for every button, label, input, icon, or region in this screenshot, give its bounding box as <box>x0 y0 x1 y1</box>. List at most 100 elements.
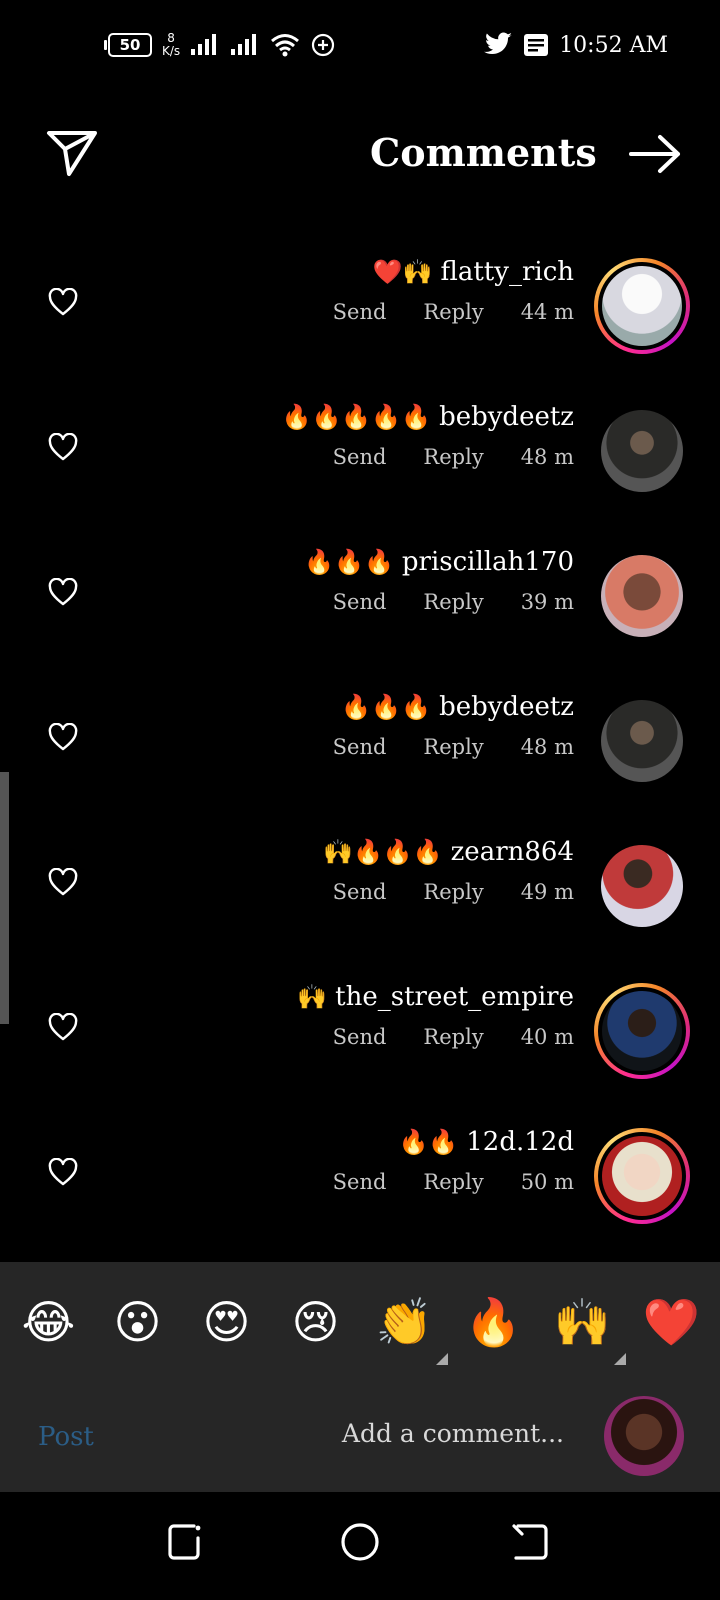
comment-username[interactable]: priscillah170 <box>402 547 574 577</box>
data-saver-icon <box>312 33 335 57</box>
avatar-image <box>602 266 682 346</box>
emoji-clap-icon: 👏 <box>375 1294 434 1349</box>
recent-apps-icon[interactable] <box>164 1520 208 1564</box>
comment-emoji: ❤️🙌 <box>372 258 433 286</box>
header: Comments <box>0 110 720 196</box>
comment-username[interactable]: 12d.12d <box>466 1127 574 1157</box>
avatar[interactable] <box>594 983 690 1079</box>
skin-tone-indicator <box>613 1353 626 1365</box>
heart-icon[interactable] <box>48 288 78 316</box>
send-button[interactable]: Send <box>333 735 387 759</box>
reply-button[interactable]: Reply <box>423 880 483 904</box>
comment-emoji: 🔥🔥🔥 <box>341 693 432 721</box>
avatar[interactable] <box>594 693 690 789</box>
send-icon[interactable] <box>46 128 98 178</box>
reaction-raised-hands[interactable]: 🙌 <box>550 1289 626 1365</box>
send-button[interactable]: Send <box>333 590 387 614</box>
network-speed-unit: K/s <box>162 44 181 58</box>
comment-emoji: 🙌🔥🔥🔥 <box>323 838 443 866</box>
comment-row: 🙌 the_street_empire Send Reply 40 m <box>0 963 720 1108</box>
avatar-image <box>602 1136 682 1216</box>
twitter-icon <box>484 32 513 55</box>
network-speed: 8 K/s <box>162 32 180 58</box>
comment-time: 39 m <box>520 590 574 614</box>
heart-icon[interactable] <box>48 1158 78 1186</box>
heart-icon[interactable] <box>48 868 78 896</box>
reaction-clap[interactable]: 👏 <box>372 1289 448 1365</box>
comment-row: ❤️🙌 flatty_rich Send Reply 44 m <box>0 238 720 383</box>
emoji-laughing-icon: 😂 <box>21 1295 76 1349</box>
signal-icon <box>231 34 257 55</box>
reaction-surprised[interactable]: 😮 <box>105 1289 171 1355</box>
heart-icon[interactable] <box>48 578 78 606</box>
comment-emoji: 🙌 <box>297 983 328 1011</box>
comment-username[interactable]: flatty_rich <box>441 257 574 287</box>
avatar-image <box>602 991 682 1071</box>
reaction-heart-eyes[interactable]: 😍 <box>194 1289 260 1355</box>
comment-row: 🔥🔥 12d.12d Send Reply 50 m <box>0 1108 720 1253</box>
page-title: Comments <box>370 130 597 175</box>
heart-icon[interactable] <box>48 433 78 461</box>
comment-time: 50 m <box>520 1170 574 1194</box>
send-button[interactable]: Send <box>333 1025 387 1049</box>
reply-button[interactable]: Reply <box>423 1170 483 1194</box>
comment-input[interactable] <box>330 1402 566 1464</box>
comment-emoji: 🔥🔥🔥 <box>304 548 394 576</box>
comment-row: 🔥🔥🔥 priscillah170 Send Reply 39 m <box>0 528 720 673</box>
back-icon[interactable] <box>508 1520 552 1564</box>
comment-time: 49 m <box>520 880 574 904</box>
comments-list: ❤️🙌 flatty_rich Send Reply 44 m 🔥🔥🔥🔥🔥 bebyde… <box>0 238 720 1253</box>
reply-button[interactable]: Reply <box>423 1025 483 1049</box>
emoji-heart-eyes-icon: 😍 <box>202 1295 251 1349</box>
comment-row: 🔥🔥🔥 bebydeetz Send Reply 48 m <box>0 673 720 818</box>
comment-username[interactable]: zearn864 <box>451 837 574 867</box>
heart-icon[interactable] <box>48 723 78 751</box>
reaction-fire[interactable]: 🔥 <box>461 1289 527 1355</box>
emoji-surprised-icon: 😮 <box>113 1295 162 1349</box>
wifi-icon <box>271 34 300 57</box>
home-icon[interactable] <box>338 1520 382 1564</box>
comment-username[interactable]: bebydeetz <box>439 692 574 722</box>
avatar[interactable] <box>594 403 690 499</box>
battery-icon: 50 <box>104 33 152 57</box>
comment-username[interactable]: bebydeetz <box>439 402 574 432</box>
comment-username[interactable]: the_street_empire <box>335 982 574 1012</box>
status-left: 50 8 K/s <box>104 28 336 62</box>
emoji-crying-icon: 😢 <box>291 1295 340 1349</box>
skin-tone-indicator <box>435 1353 448 1365</box>
send-button[interactable]: Send <box>333 1170 387 1194</box>
comment-time: 48 m <box>520 735 574 759</box>
reply-button[interactable]: Reply <box>423 735 483 759</box>
scrollbar[interactable] <box>0 772 9 1024</box>
reaction-crying[interactable]: 😢 <box>283 1289 349 1355</box>
current-user-avatar <box>604 1396 684 1476</box>
status-right: 10:52 AM <box>483 28 668 62</box>
comment-emoji: 🔥🔥 <box>398 1128 459 1156</box>
send-button[interactable]: Send <box>333 880 387 904</box>
avatar[interactable] <box>594 258 690 354</box>
reaction-heart[interactable]: ❤️ <box>639 1289 705 1355</box>
battery-level: 50 <box>119 36 141 54</box>
emoji-reaction-bar: 😂 😮 😍 😢 👏 🔥 🙌 ❤️ <box>0 1262 720 1382</box>
send-button[interactable]: Send <box>333 445 387 469</box>
send-button[interactable]: Send <box>333 300 387 324</box>
reply-button[interactable]: Reply <box>423 300 483 324</box>
heart-icon[interactable] <box>48 1013 78 1041</box>
signal-icon <box>191 34 217 55</box>
avatar-image <box>601 700 683 782</box>
avatar-image <box>601 845 683 927</box>
avatar[interactable] <box>594 1128 690 1224</box>
avatar[interactable] <box>594 838 690 934</box>
arrow-right-icon[interactable] <box>628 134 682 174</box>
comment-row: 🙌🔥🔥🔥 zearn864 Send Reply 49 m <box>0 818 720 963</box>
avatar-image <box>601 410 683 492</box>
avatar-image <box>601 555 683 637</box>
comment-time: 48 m <box>520 445 574 469</box>
reaction-laughing[interactable]: 😂 <box>16 1289 82 1355</box>
reply-button[interactable]: Reply <box>423 445 483 469</box>
avatar[interactable] <box>594 548 690 644</box>
clock: 10:52 AM <box>559 32 668 58</box>
post-button[interactable]: Post <box>38 1422 94 1452</box>
reply-button[interactable]: Reply <box>423 590 483 614</box>
comment-time: 40 m <box>520 1025 574 1049</box>
